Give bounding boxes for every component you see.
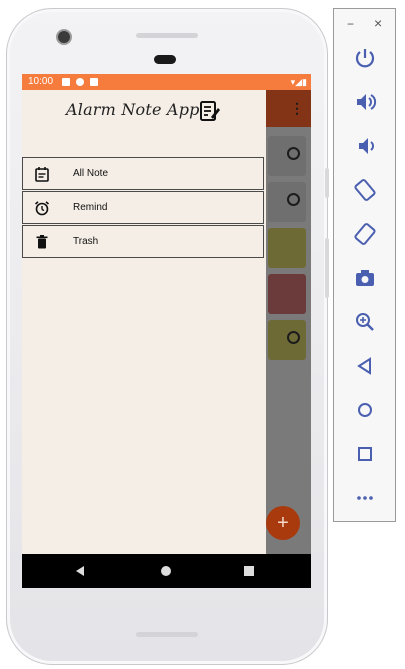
status-bar: 10:00 ▾◢▮ (22, 74, 311, 90)
emulator-toolbar: − × (333, 8, 396, 522)
nav-overview-icon[interactable] (243, 565, 255, 577)
drawer-title: Alarm Note App (66, 100, 200, 119)
back-icon[interactable] (352, 353, 378, 379)
more-icon[interactable] (352, 485, 378, 511)
power-icon[interactable] (352, 45, 378, 71)
home-icon[interactable] (352, 397, 378, 423)
minimize-button[interactable]: − (347, 17, 354, 31)
rotate-left-icon[interactable] (352, 177, 378, 203)
calendar-note-icon (35, 167, 49, 182)
earpiece-speaker (154, 55, 176, 64)
app-toolbar (266, 90, 311, 127)
volume-side-button (325, 238, 329, 298)
drawer-item-label: Remind (73, 202, 108, 213)
nav-back-icon[interactable] (74, 565, 86, 577)
volume-down-icon[interactable] (352, 133, 378, 159)
navigation-drawer: Alarm Note App All Note Remind Trash (22, 90, 266, 554)
drawer-item-label: Trash (73, 236, 99, 247)
camera-icon[interactable] (352, 265, 378, 291)
note-card[interactable] (268, 274, 306, 314)
top-bezel-line (136, 33, 198, 38)
overview-icon[interactable] (352, 441, 378, 467)
drawer-item-trash[interactable]: Trash (22, 225, 264, 258)
note-card[interactable] (268, 228, 306, 268)
battery-icon: ▮ (302, 77, 307, 87)
phone-screen: 10:00 ▾◢▮ ⋮ + Alarm Note App (22, 74, 311, 588)
signal-icon: ◢ (295, 77, 303, 87)
edit-note-icon (200, 101, 220, 121)
system-nav-bar (22, 554, 311, 588)
overflow-menu-button[interactable]: ⋮ (290, 100, 304, 116)
zoom-icon[interactable] (352, 309, 378, 335)
note-card[interactable] (268, 136, 306, 176)
sd-card-notification-icon (90, 78, 98, 86)
add-note-fab[interactable]: + (266, 506, 300, 540)
calendar-notification-icon (62, 78, 70, 86)
alarm-clock-icon (34, 201, 50, 216)
trash-icon (36, 235, 48, 249)
status-right-icons: ▾◢▮ (291, 77, 307, 87)
note-card[interactable] (268, 182, 306, 222)
rotate-right-icon[interactable] (352, 221, 378, 247)
timer-icon (287, 193, 300, 206)
nav-home-icon[interactable] (160, 565, 172, 577)
front-camera (56, 29, 72, 45)
volume-up-icon[interactable] (352, 89, 378, 115)
bottom-speaker (136, 632, 198, 637)
sync-notification-icon (76, 78, 84, 86)
close-button[interactable]: × (374, 15, 382, 31)
power-side-button (325, 168, 329, 198)
timer-icon (287, 331, 300, 344)
drawer-item-label: All Note (73, 168, 109, 179)
status-time: 10:00 (28, 76, 54, 87)
drawer-item-all-note[interactable]: All Note (22, 157, 264, 190)
timer-icon (287, 147, 300, 160)
drawer-item-remind[interactable]: Remind (22, 191, 264, 224)
note-card[interactable] (268, 320, 306, 360)
